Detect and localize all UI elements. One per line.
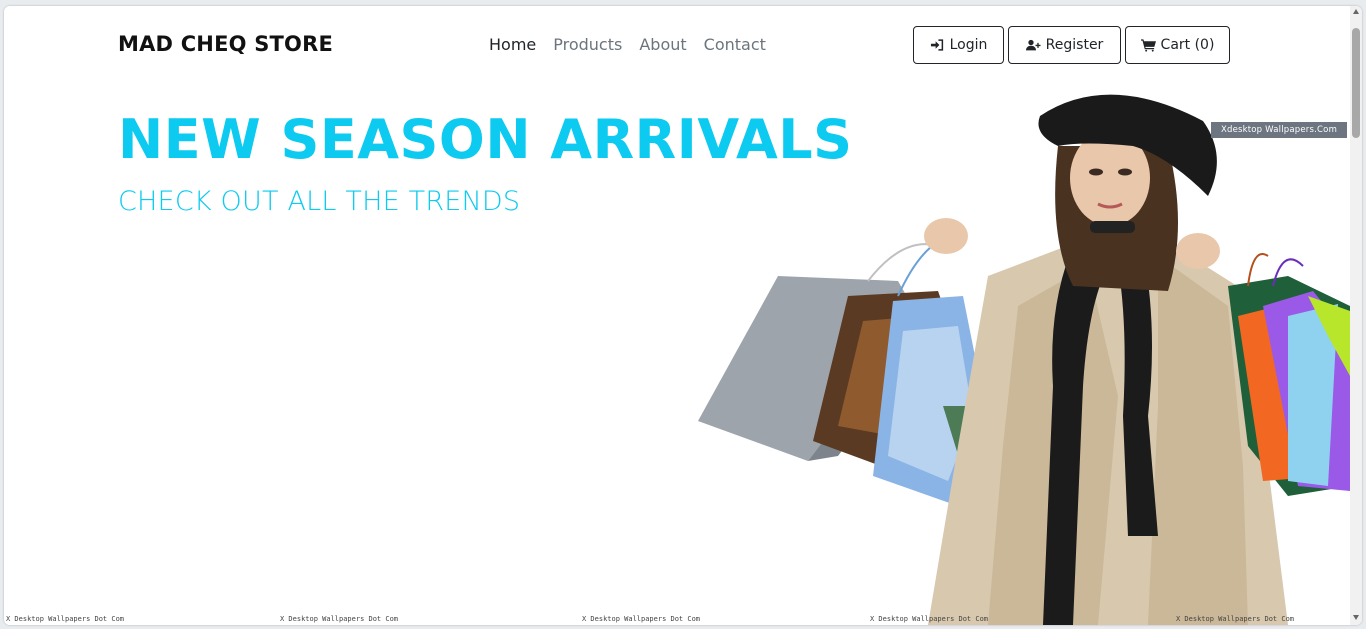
scroll-up-arrow-icon[interactable] <box>1352 8 1360 16</box>
footer-watermark: X Desktop Wallpapers Dot Com <box>280 615 399 623</box>
login-label: Login <box>949 37 988 53</box>
footer-watermark: X Desktop Wallpapers Dot Com <box>582 615 701 623</box>
sign-in-icon <box>930 38 945 52</box>
nav-links: Home Products About Contact <box>489 35 766 54</box>
nav-link-home[interactable]: Home <box>489 35 536 54</box>
image-watermark: Xdesktop Wallpapers.Com <box>1211 122 1347 138</box>
register-button[interactable]: Register <box>1008 26 1121 64</box>
browser-viewport: MAD CHEQ STORE Home Products About Conta… <box>4 6 1362 625</box>
hero-shopping-woman-image <box>698 94 1350 625</box>
scroll-down-arrow-icon[interactable] <box>1352 613 1360 621</box>
hero-banner: NEW SEASON ARRIVALS CHECK OUT ALL THE TR… <box>4 86 1350 625</box>
cart-label: Cart (0) <box>1160 37 1215 53</box>
cart-button[interactable]: Cart (0) <box>1125 26 1230 64</box>
nav-link-about[interactable]: About <box>639 35 686 54</box>
nav-link-contact[interactable]: Contact <box>704 35 766 54</box>
login-button[interactable]: Login <box>913 26 1004 64</box>
page-scrollbar[interactable] <box>1350 6 1362 625</box>
footer-watermark-strip: X Desktop Wallpapers Dot Com X Desktop W… <box>4 613 1350 625</box>
nav-buttons: Login Register Cart (0) <box>913 26 1230 64</box>
navbar: MAD CHEQ STORE Home Products About Conta… <box>4 6 1350 86</box>
footer-watermark: X Desktop Wallpapers Dot Com <box>1176 615 1295 623</box>
footer-watermark: X Desktop Wallpapers Dot Com <box>870 615 989 623</box>
nav-link-products[interactable]: Products <box>553 35 622 54</box>
footer-watermark: X Desktop Wallpapers Dot Com <box>6 615 125 623</box>
shopping-cart-icon <box>1140 38 1156 52</box>
scroll-thumb[interactable] <box>1352 28 1360 138</box>
hero-subtitle: CHECK OUT ALL THE TRENDS <box>118 186 521 217</box>
register-label: Register <box>1045 37 1104 53</box>
user-plus-icon <box>1025 38 1041 52</box>
brand-logo[interactable]: MAD CHEQ STORE <box>118 32 333 56</box>
